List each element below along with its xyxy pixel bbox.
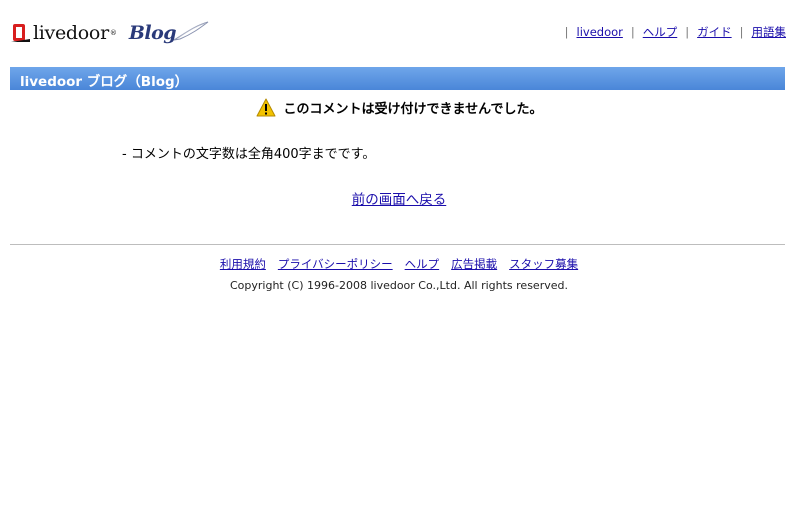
nav-separator: | <box>564 25 569 39</box>
footer-link-recruit[interactable]: スタッフ募集 <box>509 256 578 272</box>
error-detail: - コメントの文字数は全角400字までです。 <box>122 147 376 162</box>
warning-icon <box>256 98 276 117</box>
livedoor-blog-logo[interactable]: livedoor ® Blog <box>10 18 210 48</box>
nav-separator: | <box>739 25 744 39</box>
title-bar: livedoor ブログ（Blog） <box>10 67 785 90</box>
footer-link-privacy[interactable]: プライバシーポリシー <box>278 256 393 272</box>
copyright: Copyright (C) 1996-2008 livedoor Co.,Ltd… <box>230 279 568 292</box>
error-message-text: このコメントは受け付けできませんでした。 <box>283 102 543 117</box>
page-title: livedoor ブログ（Blog） <box>20 74 189 90</box>
nav-link-guide[interactable]: ガイド <box>697 24 732 40</box>
logo-blog-text: Blog <box>128 22 177 44</box>
footer-nav: 利用規約 プライバシーポリシー ヘルプ 広告掲載 スタッフ募集 <box>0 256 798 272</box>
nav-link-help[interactable]: ヘルプ <box>643 24 678 40</box>
back-link[interactable]: 前の画面へ戻る <box>352 192 447 208</box>
nav-separator: | <box>685 25 690 39</box>
livedoor-logo-mark-icon <box>11 24 30 42</box>
error-message: このコメントは受け付けできませんでした。 <box>0 98 798 117</box>
nav-link-glossary[interactable]: 用語集 <box>752 24 787 40</box>
logo-registered-mark: ® <box>109 29 117 37</box>
footer-link-terms[interactable]: 利用規約 <box>220 256 266 272</box>
back-link-container: 前の画面へ戻る <box>0 188 798 208</box>
logo-text: livedoor <box>33 22 109 44</box>
footer-link-help[interactable]: ヘルプ <box>405 256 440 272</box>
footer-link-advertising[interactable]: 広告掲載 <box>451 256 497 272</box>
top-nav: | livedoor | ヘルプ | ガイド | 用語集 <box>557 24 786 40</box>
nav-separator: | <box>630 25 635 39</box>
header: livedoor ® Blog | livedoor | ヘルプ | ガイド |… <box>10 18 786 48</box>
quill-icon <box>173 21 209 41</box>
divider <box>10 244 785 245</box>
nav-link-livedoor[interactable]: livedoor <box>577 25 623 39</box>
